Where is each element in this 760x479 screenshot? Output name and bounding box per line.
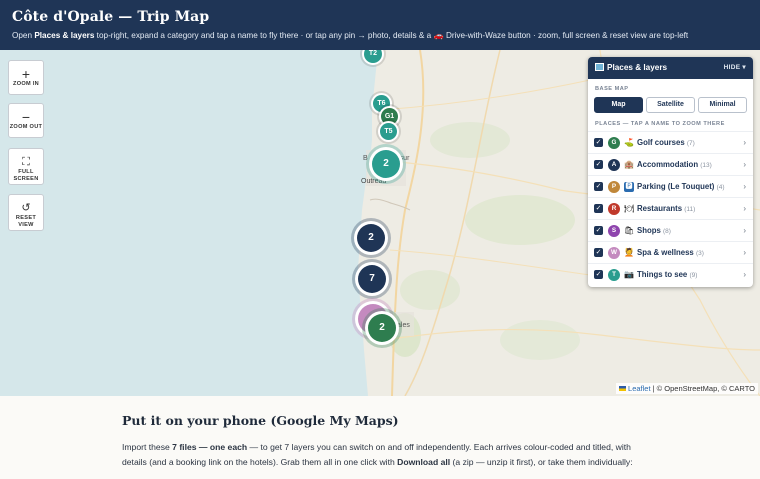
parking-checkbox[interactable]: ✓: [594, 182, 603, 191]
base-map-map-button[interactable]: Map: [594, 97, 643, 113]
town-label-fragment: ales: [397, 322, 410, 329]
category-spa[interactable]: ✓ W 💆 Spa & wellness (3) ›: [588, 241, 753, 263]
category-golf[interactable]: ✓ G ⛳ Golf courses (7) ›: [588, 131, 753, 153]
page-title: Côte d'Opale — Trip Map: [12, 9, 210, 25]
spa-checkbox[interactable]: ✓: [594, 248, 603, 257]
shopping-icon: 🛍: [624, 226, 635, 235]
places-layers-panel: Places & layers HIDE ▾ BASE MAP Map Sate…: [588, 57, 753, 287]
base-map-minimal-button[interactable]: Minimal: [698, 97, 747, 113]
golf-checkbox[interactable]: ✓: [594, 138, 603, 147]
places-label: PLACES — TAP A NAME TO ZOOM THERE: [595, 121, 725, 127]
camera-icon: 📷: [624, 270, 634, 279]
restaurant-icon: 🍽: [624, 204, 635, 213]
map-cluster-golf[interactable]: 2: [368, 314, 396, 342]
zoom-out-button[interactable]: − ZOOM OUT: [8, 103, 44, 138]
map-cluster-mixed[interactable]: 7: [358, 265, 386, 293]
parking-icon: 🅿: [624, 182, 634, 192]
section-heading: Put it on your phone (Google My Maps): [122, 413, 399, 428]
category-things-to-see[interactable]: ✓ T 📷 Things to see (9) ›: [588, 263, 753, 285]
things-to-see-checkbox[interactable]: ✓: [594, 270, 603, 279]
full-screen-button[interactable]: ⛶ FULL SCREEN: [8, 148, 44, 185]
reset-icon: ↺: [21, 202, 31, 214]
spa-icon: 💆: [624, 248, 634, 257]
base-map-label: BASE MAP: [595, 86, 629, 92]
plus-icon: +: [21, 66, 31, 82]
page-instructions: Open Places & layers top-right, expand a…: [12, 31, 689, 40]
zoom-in-button[interactable]: + ZOOM IN: [8, 60, 44, 95]
leaflet-link[interactable]: Leaflet: [628, 384, 651, 393]
panel-title: Places & layers: [595, 63, 667, 72]
google-my-maps-section: Put it on your phone (Google My Maps) Im…: [0, 396, 760, 479]
shops-checkbox[interactable]: ✓: [594, 226, 603, 235]
minus-icon: −: [21, 109, 31, 125]
accommodation-checkbox[interactable]: ✓: [594, 160, 603, 169]
map-cluster-things[interactable]: 2: [372, 150, 400, 178]
page-header: Côte d'Opale — Trip Map Open Places & la…: [0, 0, 760, 50]
category-accommodation[interactable]: ✓ A 🏨 Accommodation (13) ›: [588, 153, 753, 175]
hotel-icon: 🏨: [624, 160, 634, 169]
base-map-satellite-button[interactable]: Satellite: [646, 97, 695, 113]
restaurants-checkbox[interactable]: ✓: [594, 204, 603, 213]
chevron-right-icon[interactable]: ›: [743, 269, 746, 281]
reset-view-button[interactable]: ↺ RESET VIEW: [8, 194, 44, 231]
chevron-right-icon[interactable]: ›: [743, 247, 746, 259]
category-restaurants[interactable]: ✓ R 🍽 Restaurants (11) ›: [588, 197, 753, 219]
chevron-right-icon[interactable]: ›: [743, 137, 746, 149]
town-label-outreau: Outreau: [361, 178, 387, 185]
panel-header: Places & layers HIDE ▾: [588, 57, 753, 79]
map-cluster-accommodation[interactable]: 2: [357, 224, 385, 252]
golf-icon: ⛳: [624, 138, 634, 147]
flag-icon: [618, 386, 626, 391]
category-parking[interactable]: ✓ P 🅿 Parking (Le Touquet) (4) ›: [588, 175, 753, 197]
chevron-right-icon[interactable]: ›: [743, 159, 746, 171]
base-map-switcher: Map Satellite Minimal: [588, 97, 753, 113]
chevron-right-icon[interactable]: ›: [743, 181, 746, 193]
section-intro: Import these 7 files — one each — to get…: [122, 442, 633, 467]
chevron-right-icon[interactable]: ›: [743, 203, 746, 215]
category-shops[interactable]: ✓ S 🛍 Shops (8) ›: [588, 219, 753, 241]
map-icon: [595, 63, 604, 71]
map-attribution: Leaflet | © OpenStreetMap, © CARTO: [615, 383, 758, 394]
fullscreen-icon: ⛶: [22, 156, 30, 168]
map-pin-t5[interactable]: T5: [380, 123, 397, 140]
hide-panel-button[interactable]: HIDE ▾: [724, 63, 746, 71]
chevron-right-icon[interactable]: ›: [743, 225, 746, 237]
